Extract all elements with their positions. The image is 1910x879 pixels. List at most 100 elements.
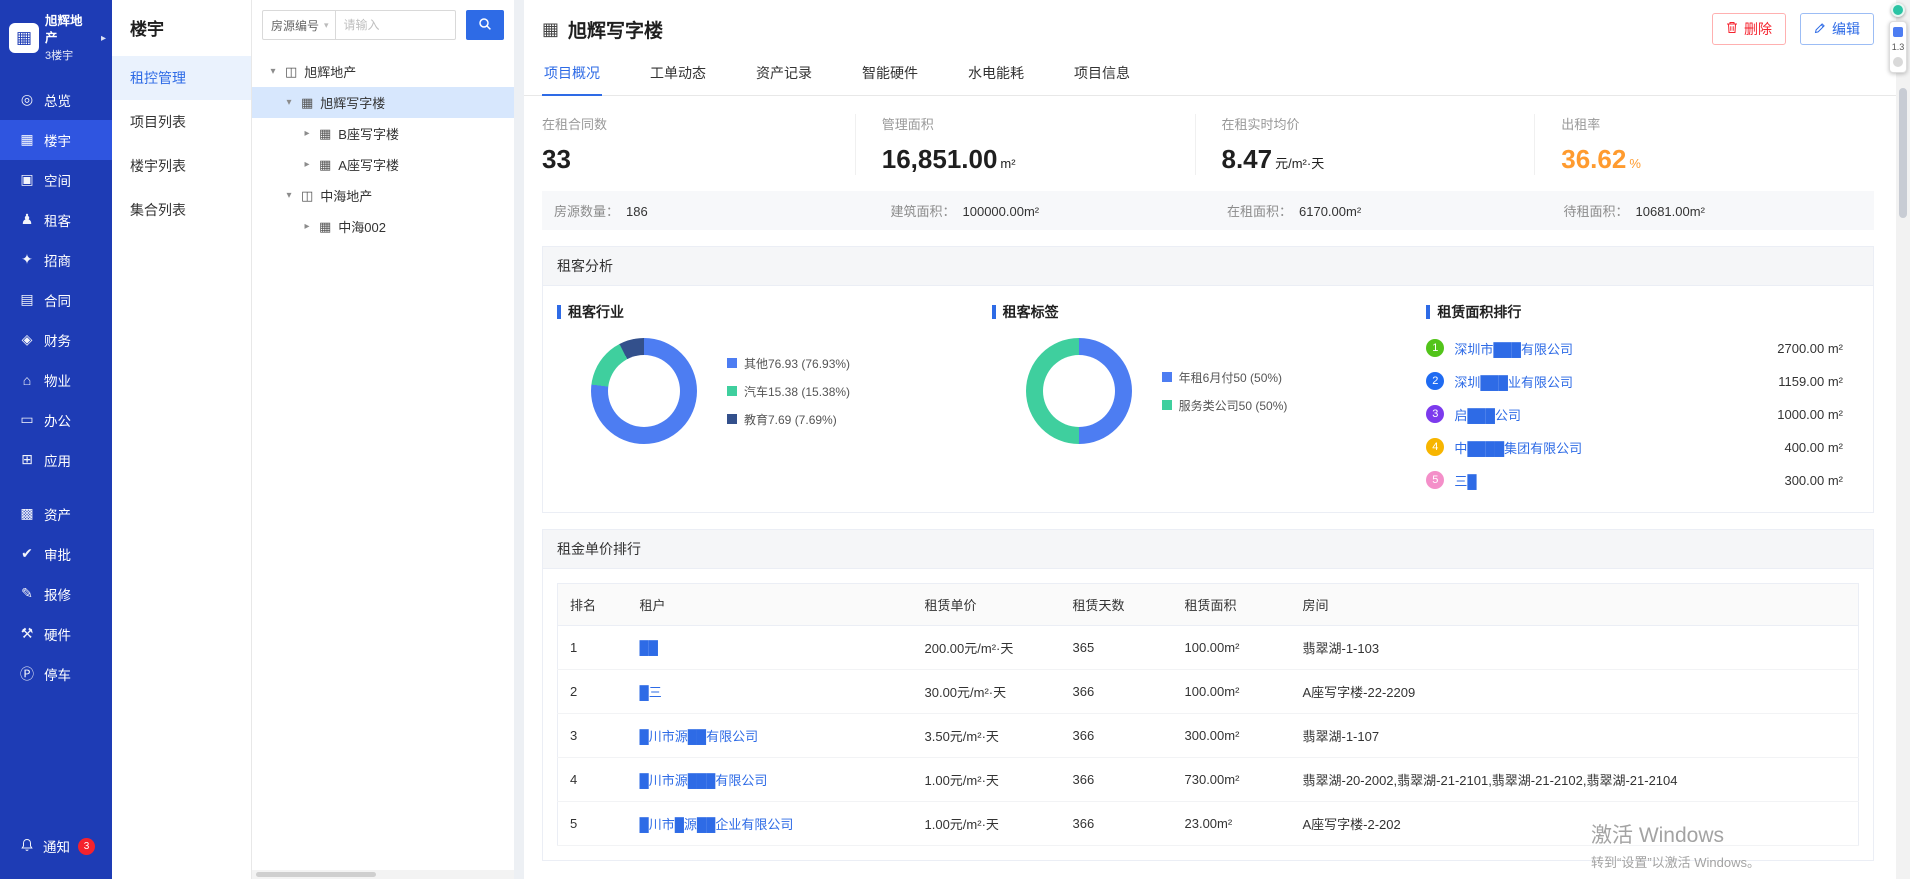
approval-icon: ✔	[19, 545, 35, 562]
chart-title: 租客行业	[557, 302, 992, 322]
submenu-item-collection-list[interactable]: 集合列表	[112, 188, 251, 232]
tab-smart-hardware[interactable]: 智能硬件	[860, 54, 920, 95]
tenant-link[interactable]: █川市█源██企业有限公司	[640, 817, 794, 832]
submenu-item-project-list[interactable]: 项目列表	[112, 100, 251, 144]
scrollbar-thumb[interactable]	[1899, 88, 1907, 218]
sidebar-item-office[interactable]: ▭ 办公	[0, 400, 112, 440]
sidebar-item-overview[interactable]: ◎ 总览	[0, 80, 112, 120]
tree-node-zhonghai-group[interactable]: ▾ ◫ 中海地产	[252, 180, 514, 211]
submenu-item-building-list[interactable]: 楼宇列表	[112, 144, 251, 188]
chart-title: 租客标签	[992, 302, 1427, 322]
delete-button[interactable]: 删除	[1712, 13, 1786, 45]
sidebar-item-tenant[interactable]: ♟ 租客	[0, 200, 112, 240]
kpi-gross-area: 建筑面积：100000.00m²	[865, 201, 1202, 220]
sidebar-item-property[interactable]: ⌂ 物业	[0, 360, 112, 400]
kpi-label: 待租面积：	[1564, 204, 1629, 219]
legend-marker	[1162, 372, 1172, 382]
caret-down-icon: ▾	[284, 97, 294, 108]
tenant-link[interactable]: █川市源██有限公司	[640, 729, 759, 744]
tree-node-xuhui-office[interactable]: ▾ ▦ 旭辉写字楼	[252, 87, 514, 118]
company-link[interactable]: 深圳███业有限公司	[1454, 372, 1573, 391]
kpi-avg-rent-price: 在租实时均价 8.47元/m²·天	[1195, 114, 1535, 175]
tenant-link[interactable]: █川市源███有限公司	[640, 773, 768, 788]
area-cell: 23.00m²	[1173, 802, 1291, 846]
sidebar-item-approval[interactable]: ✔ 审批	[0, 534, 112, 574]
sidebar-item-investment[interactable]: ✦ 招商	[0, 240, 112, 280]
tenant-industry-panel: 租客行业 其他76.93 (76.93%) 汽车15.38 (15.38%) 教…	[557, 302, 992, 490]
building-icon: ▦	[319, 219, 331, 235]
table-row: 1 ██ 200.00元/m²·天 365 100.00m² 翡翠湖-1-103	[558, 626, 1859, 670]
sidebar-item-label: 楼宇	[44, 130, 71, 150]
sidebar-item-apps[interactable]: ⊞ 应用	[0, 440, 112, 480]
tree-node-xuhui-group[interactable]: ▾ ◫ 旭辉地产	[252, 56, 514, 87]
project-tree-panel: 房源编号 ▾ ▾ ◫ 旭辉地产 ▾ ▦ 旭辉写字楼 ▸	[252, 0, 514, 879]
chart-legend: 其他76.93 (76.93%) 汽车15.38 (15.38%) 教育7.69…	[727, 355, 850, 428]
tab-workorder-activity[interactable]: 工单动态	[648, 54, 708, 95]
sidebar-item-assets[interactable]: ▩ 资产	[0, 494, 112, 534]
finance-icon: ◈	[19, 331, 35, 348]
windows-activation-watermark: 激活 Windows 转到“设置”以激活 Windows。	[1591, 819, 1760, 871]
sidebar-item-hardware[interactable]: ⚒ 硬件	[0, 614, 112, 654]
sidebar-item-space[interactable]: ▣ 空间	[0, 160, 112, 200]
rank-badge: 5	[1426, 471, 1444, 489]
edit-button[interactable]: 编辑	[1800, 13, 1874, 45]
legend-marker	[727, 358, 737, 368]
sidebar-item-contract[interactable]: ▤ 合同	[0, 280, 112, 320]
tree-search-bar: 房源编号 ▾	[252, 0, 514, 48]
sidebar-item-repair[interactable]: ✎ 报修	[0, 574, 112, 614]
org-switcher[interactable]: ▦ 旭辉地产 3楼宇 ▸	[0, 0, 112, 80]
org-title: 旭辉地产	[45, 14, 83, 45]
overview-icon: ◎	[19, 91, 35, 108]
tree-node-tower-a[interactable]: ▸ ▦ A座写字楼	[252, 149, 514, 180]
vertical-scrollbar[interactable]	[1896, 0, 1910, 879]
search-field-select[interactable]: 房源编号 ▾	[262, 10, 336, 40]
rooms-cell: A座写字楼-22-2209	[1291, 670, 1859, 714]
search-button[interactable]	[466, 10, 504, 40]
tab-project-overview[interactable]: 项目概况	[542, 54, 602, 95]
submenu-item-rent-control[interactable]: 租控管理	[112, 56, 251, 100]
tab-project-info[interactable]: 项目信息	[1072, 54, 1132, 95]
kpi-room-count: 房源数量：186	[542, 201, 865, 220]
company-link[interactable]: 中████集团有限公司	[1454, 438, 1582, 457]
kpi-value: 6170.00m²	[1299, 204, 1361, 219]
sidebar-item-building[interactable]: ▦ 楼宇	[0, 120, 112, 160]
sidebar-item-label: 硬件	[44, 624, 71, 644]
scrollbar-thumb[interactable]	[256, 872, 376, 877]
tenant-link[interactable]: ██	[640, 640, 658, 655]
sidebar-item-parking[interactable]: Ⓟ 停车	[0, 654, 112, 694]
sidebar-item-label: 资产	[44, 504, 71, 524]
watermark-line2: 转到“设置”以激活 Windows。	[1591, 852, 1760, 871]
tree-node-zhonghai-002[interactable]: ▸ ▦ 中海002	[252, 211, 514, 242]
company-link[interactable]: 三█	[1454, 471, 1476, 490]
price-cell: 30.00元/m²·天	[913, 670, 1061, 714]
tree-node-label: B座写字楼	[338, 124, 399, 143]
tree-search-input[interactable]	[336, 10, 456, 40]
title-accent-bar	[992, 305, 996, 319]
widget-box[interactable]: 1.3	[1889, 21, 1907, 73]
tab-utilities[interactable]: 水电能耗	[966, 54, 1026, 95]
horizontal-scrollbar[interactable]	[252, 870, 514, 879]
kpi-row: 在租合同数 33 管理面积 16,851.00m² 在租实时均价 8.47元/m…	[524, 96, 1910, 175]
building-icon: ▦	[542, 19, 559, 40]
notification-button[interactable]: 通知 3	[0, 823, 112, 869]
tab-asset-records[interactable]: 资产记录	[754, 54, 814, 95]
module-panel: 楼宇 租控管理 项目列表 楼宇列表 集合列表	[112, 0, 252, 879]
legend-item: 其他76.93 (76.93%)	[727, 355, 850, 372]
floating-widget[interactable]: 1.3	[1888, 3, 1908, 73]
caret-down-icon: ▾	[268, 66, 278, 77]
rank-cell: 5	[558, 802, 628, 846]
tree-node-label: 旭辉地产	[304, 62, 356, 81]
widget-value: 1.3	[1892, 42, 1905, 52]
company-link[interactable]: 启███公司	[1454, 405, 1521, 424]
tenant-link[interactable]: █三	[640, 685, 662, 700]
ranking-row: 3 启███公司 1000.00 m²	[1426, 404, 1843, 424]
tree-node-tower-b[interactable]: ▸ ▦ B座写字楼	[252, 118, 514, 149]
watermark-line1: 激活 Windows	[1591, 819, 1760, 849]
ranking-row: 5 三█ 300.00 m²	[1426, 470, 1843, 490]
search-icon	[478, 17, 492, 34]
recorder-dot-icon[interactable]	[1891, 3, 1905, 17]
sidebar-item-label: 总览	[44, 90, 71, 110]
company-link[interactable]: 深圳市███有限公司	[1454, 339, 1573, 358]
area-value: 300.00 m²	[1784, 473, 1843, 488]
sidebar-item-finance[interactable]: ◈ 财务	[0, 320, 112, 360]
